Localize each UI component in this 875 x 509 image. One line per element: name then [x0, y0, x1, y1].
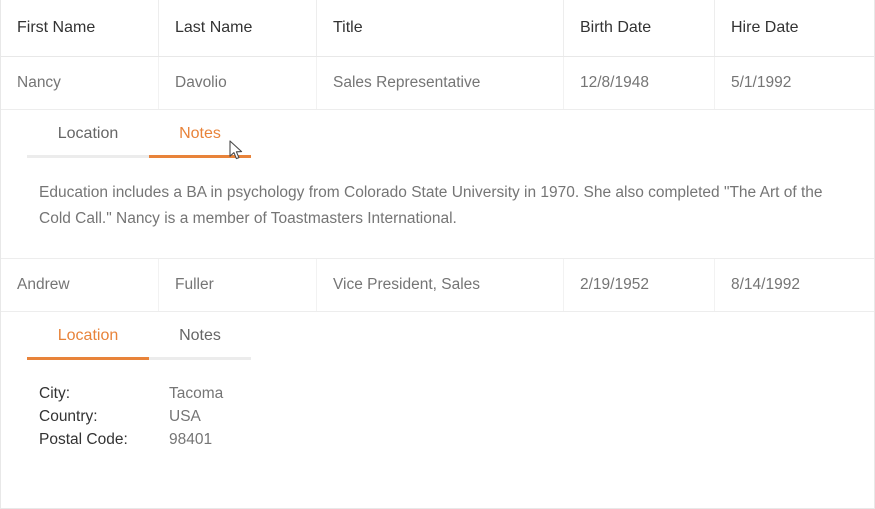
tab-underline [27, 155, 251, 158]
location-field-city: City: Tacoma [39, 382, 874, 405]
tab-underline-location [27, 155, 149, 158]
grid-header-row: First Name Last Name Title Birth Date Hi… [1, 0, 874, 57]
column-header-last-name[interactable]: Last Name [159, 0, 317, 56]
column-header-title[interactable]: Title [317, 0, 564, 56]
column-header-birth-date[interactable]: Birth Date [564, 0, 715, 56]
row-detail-panel-nancy: Location Notes Education includes a BA i… [1, 110, 874, 259]
column-header-label: Title [333, 19, 363, 36]
cell-first-name: Andrew [1, 259, 159, 311]
tab-label: Location [57, 124, 119, 142]
location-value-city: Tacoma [169, 385, 224, 402]
column-header-label: Hire Date [731, 19, 799, 36]
tab-underline-notes [149, 357, 251, 360]
row-detail-panel-andrew: Location Notes City: Tacoma Country: USA [1, 312, 874, 475]
location-label-postal-code: Postal Code: [39, 431, 128, 448]
cell-last-name: Fuller [159, 259, 317, 311]
column-header-hire-date[interactable]: Hire Date [715, 0, 874, 56]
cell-first-name: Nancy [1, 57, 159, 109]
location-label-city: City: [39, 385, 70, 402]
cell-hire-date: 5/1/1992 [715, 57, 874, 109]
tab-label: Notes [179, 124, 221, 142]
cell-value: Nancy [17, 74, 61, 91]
location-field-postal-code: Postal Code: 98401 [39, 428, 874, 451]
location-value-country: USA [169, 408, 201, 425]
tab-notes[interactable]: Notes [149, 312, 251, 359]
tab-location[interactable]: Location [27, 110, 149, 157]
cell-value: Vice President, Sales [333, 276, 481, 293]
cell-value: 12/8/1948 [580, 74, 649, 91]
detail-tabstrip: Location Notes [27, 312, 251, 360]
table-row[interactable]: Nancy Davolio Sales Representative 12/8/… [1, 57, 874, 110]
cell-value: 8/14/1992 [731, 276, 800, 293]
column-header-first-name[interactable]: First Name [1, 0, 159, 56]
column-header-label: Birth Date [580, 19, 652, 36]
cell-value: 2/19/1952 [580, 276, 649, 293]
cell-value: Fuller [175, 276, 214, 293]
tab-label: Location [57, 326, 119, 344]
location-value-postal-code: 98401 [169, 431, 213, 448]
column-header-label: Last Name [175, 19, 253, 36]
tab-underline [27, 357, 251, 360]
tab-label: Notes [179, 326, 221, 344]
cell-birth-date: 2/19/1952 [564, 259, 715, 311]
tab-underline-location [27, 357, 149, 360]
cell-last-name: Davolio [159, 57, 317, 109]
cell-birth-date: 12/8/1948 [564, 57, 715, 109]
cell-hire-date: 8/14/1992 [715, 259, 874, 311]
employee-grid: First Name Last Name Title Birth Date Hi… [0, 0, 875, 509]
location-pane: City: Tacoma Country: USA Postal Code: 9… [1, 360, 874, 475]
location-label-country: Country: [39, 408, 98, 425]
cell-value: Andrew [17, 276, 70, 293]
location-field-country: Country: USA [39, 405, 874, 428]
cell-value: Davolio [175, 74, 227, 91]
cell-value: Sales Representative [333, 74, 481, 91]
detail-tabstrip: Location Notes [27, 110, 251, 158]
tab-notes[interactable]: Notes [149, 110, 251, 157]
table-row[interactable]: Andrew Fuller Vice President, Sales 2/19… [1, 259, 874, 312]
tab-location[interactable]: Location [27, 312, 149, 359]
cell-value: 5/1/1992 [731, 74, 792, 91]
cell-title: Vice President, Sales [317, 259, 564, 311]
notes-text: Education includes a BA in psychology fr… [39, 184, 823, 227]
cell-title: Sales Representative [317, 57, 564, 109]
notes-pane: Education includes a BA in psychology fr… [1, 158, 874, 258]
column-header-label: First Name [17, 19, 96, 36]
tab-underline-notes [149, 155, 251, 158]
